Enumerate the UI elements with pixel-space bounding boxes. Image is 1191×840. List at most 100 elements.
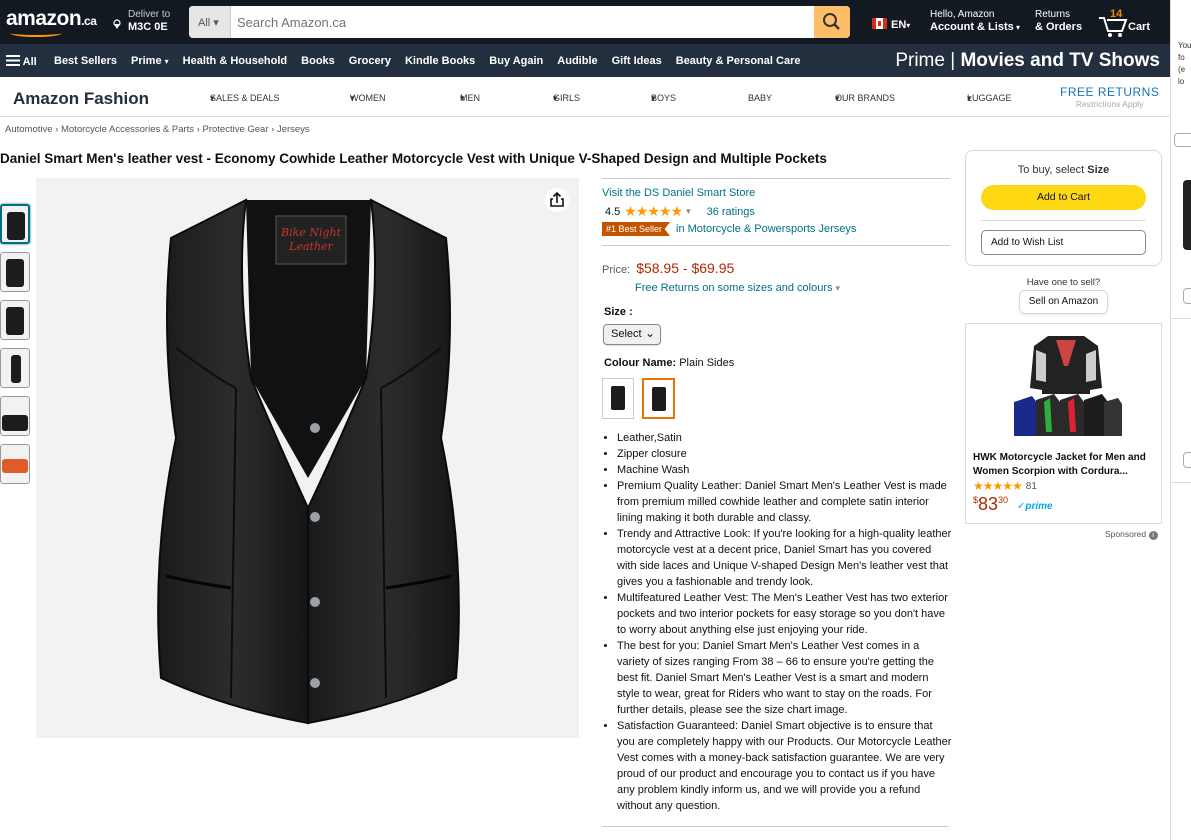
feature-bullet: The best for you: Daniel Smart Men's Lea… <box>617 638 952 718</box>
sponsored-ad[interactable]: HWK Motorcycle Jacket for Men and Women … <box>965 323 1162 524</box>
ratings-count-link[interactable]: 36 ratings <box>707 206 755 218</box>
logo-suffix: .ca <box>81 14 97 28</box>
orders-label: & Orders <box>1035 21 1083 33</box>
ad-price: $8330 <box>973 494 1008 515</box>
thumbnail-image <box>11 355 21 383</box>
all-menu-button[interactable]: All <box>6 55 37 68</box>
fashion-menu-luggage[interactable]: LUGGAGE ▾ <box>967 93 1012 104</box>
best-seller-category-link[interactable]: in Motorcycle & Powersports Jerseys <box>676 223 856 235</box>
nav-items: Best Sellers Prime ▾ Health & Household … <box>54 55 800 67</box>
fashion-menu-girls[interactable]: GIRLS ▾ <box>553 93 580 104</box>
all-menu-label: All <box>22 56 37 68</box>
nav-item-best-sellers[interactable]: Best Sellers <box>54 55 117 67</box>
price-row: Price: $58.95 - $69.95 <box>602 260 734 276</box>
rating-row: 4.5 ★★★★★ ▾ 36 ratings <box>605 203 755 220</box>
fashion-menu-our-brands[interactable]: OUR BRANDS ▾ <box>835 93 895 104</box>
fashion-menu-sales-deals[interactable]: SALES & DEALS ▾ <box>210 93 280 104</box>
chevron-down-icon: ⌄ <box>644 326 655 340</box>
right-panel-button[interactable] <box>1174 133 1191 147</box>
breadcrumb-item[interactable]: Protective Gear <box>202 124 268 135</box>
nav-item-books[interactable]: Books <box>301 55 335 67</box>
colour-swatch[interactable] <box>602 378 634 419</box>
thumbnail[interactable] <box>0 348 30 388</box>
breadcrumb: Automotive › Motorcycle Accessories & Pa… <box>5 124 310 135</box>
thumbnail[interactable] <box>0 396 30 436</box>
amazon-fashion-logo[interactable]: Amazon Fashion <box>13 89 149 109</box>
fashion-menu-label: OUR BRANDS <box>835 93 896 103</box>
nav-item-buy-again[interactable]: Buy Again <box>489 55 543 67</box>
divider <box>1171 482 1191 483</box>
nav-item-prime[interactable]: Prime ▾ <box>131 55 169 67</box>
fashion-menu-label: GIRLS <box>553 93 581 103</box>
thumbnail-image <box>6 259 24 287</box>
feature-bullet: Multifeatured Leather Vest: The Men's Le… <box>617 590 952 638</box>
cart-link[interactable]: 14 Cart <box>1097 8 1157 38</box>
divider <box>602 178 950 179</box>
ad-title[interactable]: HWK Motorcycle Jacket for Men and Women … <box>973 451 1159 479</box>
returns-orders-link[interactable]: Returns & Orders <box>1035 9 1082 34</box>
thumbnail[interactable] <box>0 444 30 484</box>
amazon-logo[interactable]: amazon.ca <box>6 7 97 37</box>
deliver-to[interactable]: Deliver to M3C 0E <box>112 9 170 33</box>
right-panel-button[interactable] <box>1183 452 1191 468</box>
nav-item-health-household[interactable]: Health & Household <box>183 55 288 67</box>
cart-count: 14 <box>1110 8 1123 20</box>
ad-price-whole: 83 <box>978 494 999 514</box>
thumbnail[interactable] <box>0 300 30 340</box>
thumbnail[interactable] <box>0 252 30 292</box>
breadcrumb-item[interactable]: Jerseys <box>277 124 310 135</box>
feature-bullet: Premium Quality Leather: Daniel Smart Me… <box>617 478 952 526</box>
canada-flag-icon[interactable] <box>872 18 887 29</box>
free-returns-info[interactable]: Free Returns on some sizes and colours ▾ <box>635 282 840 294</box>
cart-label: Cart <box>1128 21 1151 33</box>
store-link[interactable]: Visit the DS Daniel Smart Store <box>602 187 755 199</box>
fashion-menu-men[interactable]: MEN ▾ <box>460 93 480 104</box>
colour-swatch[interactable] <box>642 378 675 419</box>
chevron-down-icon: ▾ <box>906 21 911 30</box>
sell-on-amazon-button[interactable]: Sell on Amazon <box>1019 290 1108 314</box>
right-panel-line: (e <box>1178 65 1186 74</box>
fashion-menu-boys[interactable]: BOYS ▾ <box>651 93 676 104</box>
free-returns-text: Free Returns on some sizes and colours <box>635 282 833 294</box>
nav-item-audible[interactable]: Audible <box>557 55 597 67</box>
nav-item-grocery[interactable]: Grocery <box>349 55 391 67</box>
divider <box>1171 318 1191 319</box>
feature-bullet: Zipper closure <box>617 446 952 462</box>
search-category-select[interactable]: All ▾ <box>189 6 231 38</box>
main-product-image[interactable]: Bike Night Leather <box>36 178 579 738</box>
search-button[interactable] <box>814 6 850 38</box>
location-pin-icon <box>113 19 121 29</box>
nav-item-gift-ideas[interactable]: Gift Ideas <box>612 55 662 67</box>
language-selector[interactable]: EN▾ <box>891 19 910 31</box>
fashion-menu-label: LUGGAGE <box>967 93 1012 103</box>
rating-stars-icon[interactable]: ★★★★★ <box>624 203 683 220</box>
breadcrumb-item[interactable]: Automotive <box>5 124 53 135</box>
share-button[interactable] <box>545 188 569 212</box>
sponsored-label[interactable]: Sponsored i <box>1105 529 1158 540</box>
search-icon <box>823 13 840 30</box>
right-side-panel: You fo (e lo <box>1170 0 1191 840</box>
vest-label-line1: Bike Night <box>280 226 342 239</box>
search-input[interactable] <box>231 6 814 38</box>
buy-box: To buy, select Size Add to Cart Add to W… <box>965 150 1162 266</box>
nav-item-kindle-books[interactable]: Kindle Books <box>405 55 475 67</box>
add-to-wishlist-button[interactable]: Add to Wish List <box>981 230 1146 255</box>
add-to-cart-button[interactable]: Add to Cart <box>981 185 1146 210</box>
colour-label: Colour Name: <box>604 357 677 369</box>
free-returns-link[interactable]: FREE RETURNS Restrictions Apply <box>1060 85 1159 109</box>
prime-video-promo[interactable]: Prime | Movies and TV Shows <box>895 50 1160 72</box>
thumbnail-image <box>2 459 28 473</box>
chevron-down-icon[interactable]: ▾ <box>686 206 691 217</box>
thumbnail[interactable] <box>0 204 30 244</box>
rating-stars-icon: ★★★★★ <box>973 479 1023 493</box>
right-panel-line: lo <box>1178 77 1185 86</box>
breadcrumb-item[interactable]: Motorcycle Accessories & Parts <box>61 124 194 135</box>
logo-smile-icon <box>10 29 62 37</box>
size-select[interactable]: Select ⌄ <box>603 324 661 345</box>
info-icon: i <box>1148 531 1158 540</box>
price-value: $58.95 - $69.95 <box>636 260 735 276</box>
account-menu[interactable]: Hello, Amazon Account & Lists ▾ <box>930 9 1020 34</box>
nav-item-beauty[interactable]: Beauty & Personal Care <box>676 55 801 67</box>
right-panel-button[interactable] <box>1183 288 1191 304</box>
fashion-menu-women[interactable]: WOMEN ▾ <box>350 93 386 104</box>
